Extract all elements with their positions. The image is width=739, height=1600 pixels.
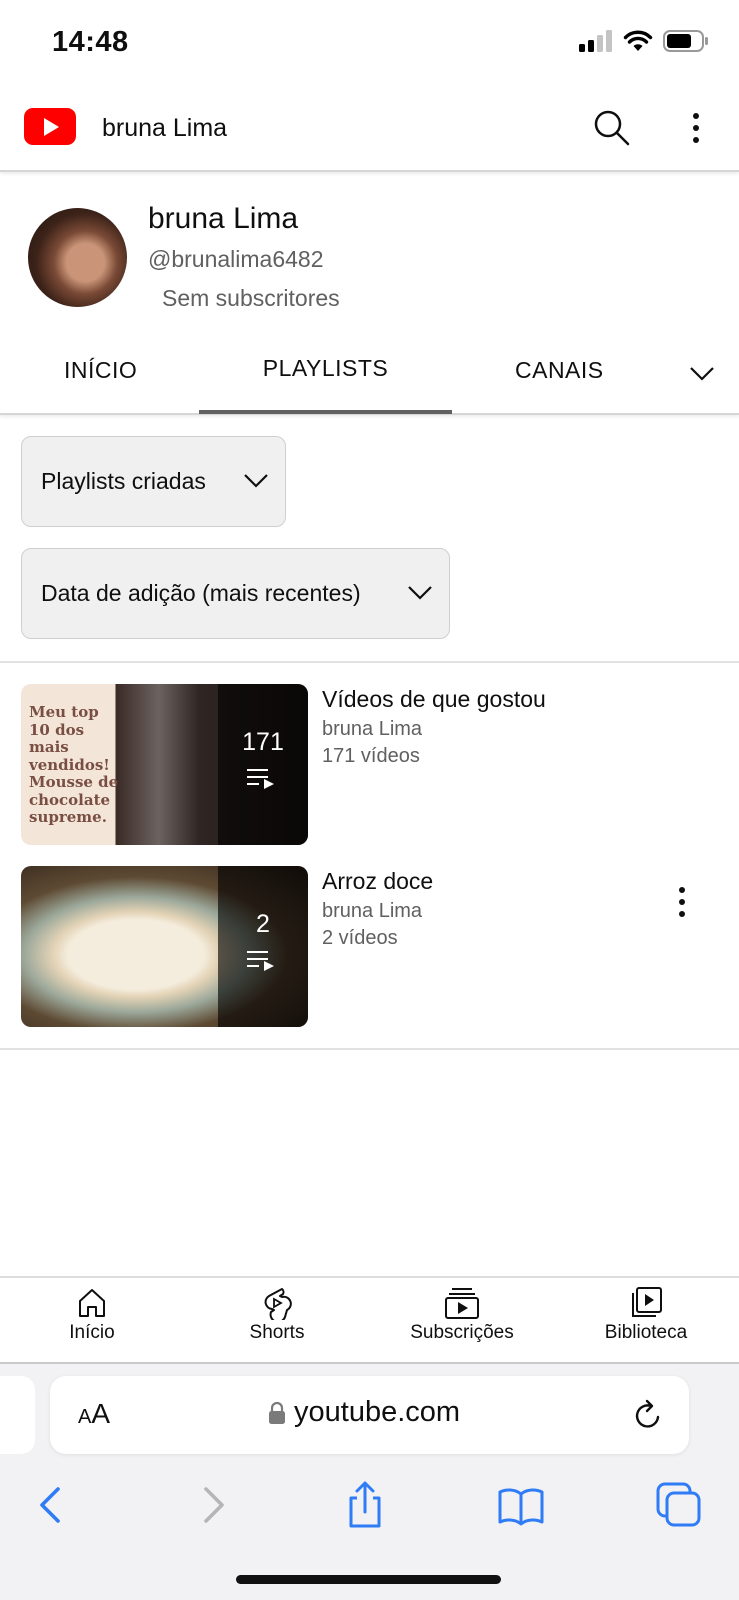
search-icon[interactable] <box>592 108 632 148</box>
shorts-icon <box>264 1288 292 1320</box>
url-display[interactable]: youtube.com <box>268 1396 460 1429</box>
divider <box>0 1048 739 1050</box>
playlist-thumbnail[interactable]: Meu top 10 dos mais vendidos! Mousse de … <box>21 684 308 845</box>
tab-canais[interactable]: CANAIS <box>515 357 604 384</box>
playlist-type-dropdown[interactable]: Playlists criadas <box>21 436 286 527</box>
battery-icon <box>663 30 708 52</box>
overlay-video-count: 171 <box>242 728 284 756</box>
nav-inicio[interactable]: Início <box>12 1286 172 1344</box>
nav-label: Subscrições <box>410 1322 514 1343</box>
status-icons <box>579 30 709 52</box>
channel-tabs: INÍCIO PLAYLISTS CANAIS <box>0 335 739 415</box>
thumbnail-caption: Meu top 10 dos mais vendidos! Mousse de … <box>29 703 119 826</box>
playlist-title[interactable]: Vídeos de que gostou <box>322 686 546 713</box>
playlist-type-label: Playlists criadas <box>41 468 206 494</box>
reload-icon[interactable] <box>632 1398 664 1432</box>
cellular-signal-icon <box>579 30 612 52</box>
tab-inicio[interactable]: INÍCIO <box>64 357 137 384</box>
header-title: bruna Lima <box>102 114 228 142</box>
divider <box>0 661 739 663</box>
lock-icon <box>269 1401 285 1424</box>
nav-shorts[interactable]: Shorts <box>197 1286 357 1344</box>
nav-biblioteca[interactable]: Biblioteca <box>566 1286 726 1344</box>
text-size-button[interactable]: AA <box>78 1398 110 1430</box>
sort-label: Data de adição (mais recentes) <box>41 580 361 606</box>
status-time: 14:48 <box>52 26 129 58</box>
playlist-thumbnail[interactable]: 2 <box>21 866 308 1027</box>
nav-label: Biblioteca <box>604 1322 688 1343</box>
home-icon <box>79 1289 105 1317</box>
chevron-down-icon <box>408 586 432 600</box>
youtube-logo-icon[interactable] <box>24 108 76 145</box>
playlist-owner: bruna Lima <box>322 718 423 740</box>
more-options-icon[interactable] <box>684 110 708 146</box>
wifi-icon <box>623 30 653 51</box>
subscriber-count: Sem subscritores <box>162 285 340 311</box>
playlist-play-icon <box>247 951 274 971</box>
library-icon <box>632 1287 662 1317</box>
tab-playlists[interactable]: PLAYLISTS <box>199 355 452 382</box>
active-tab-indicator <box>199 410 452 414</box>
playlist-owner: bruna Lima <box>322 900 423 922</box>
channel-name: bruna Lima <box>148 202 299 235</box>
overlay-video-count: 2 <box>256 910 270 938</box>
back-icon[interactable] <box>27 1480 77 1530</box>
playlist-video-count: 2 vídeos <box>322 927 398 949</box>
app-header: bruna Lima <box>0 90 739 172</box>
nav-label: Shorts <box>249 1322 305 1343</box>
share-icon[interactable] <box>340 1480 390 1530</box>
video-count-overlay: 171 <box>218 684 308 845</box>
forward-icon[interactable] <box>187 1480 237 1530</box>
bottom-navigation: Início Shorts Subscrições Biblioteca <box>0 1276 739 1364</box>
chevron-down-icon <box>244 474 268 488</box>
address-bar[interactable]: AA youtube.com <box>50 1376 689 1454</box>
playlist-play-icon <box>247 769 274 789</box>
status-bar: 14:48 <box>0 0 739 90</box>
text-size-label: AA <box>78 1398 111 1429</box>
home-indicator[interactable] <box>236 1575 501 1584</box>
channel-avatar <box>28 208 127 307</box>
nav-subscricoes[interactable]: Subscrições <box>382 1286 542 1344</box>
subscriptions-icon <box>445 1288 479 1319</box>
playlist-title[interactable]: Arroz doce <box>322 868 433 895</box>
url-text: youtube.com <box>294 1396 461 1428</box>
video-count-overlay: 2 <box>218 866 308 1027</box>
browser-chrome: AA youtube.com <box>0 1364 739 1600</box>
nav-label: Início <box>69 1322 115 1343</box>
sort-dropdown[interactable]: Data de adição (mais recentes) <box>21 548 450 639</box>
playlist-options-icon[interactable] <box>672 884 692 920</box>
previous-tab-card[interactable] <box>0 1376 35 1454</box>
bookmarks-icon[interactable] <box>496 1480 546 1530</box>
playlist-video-count: 171 vídeos <box>322 745 420 767</box>
tabs-icon[interactable] <box>654 1480 704 1530</box>
chevron-down-icon[interactable] <box>688 363 716 383</box>
channel-handle: @brunalima6482 <box>148 246 324 272</box>
